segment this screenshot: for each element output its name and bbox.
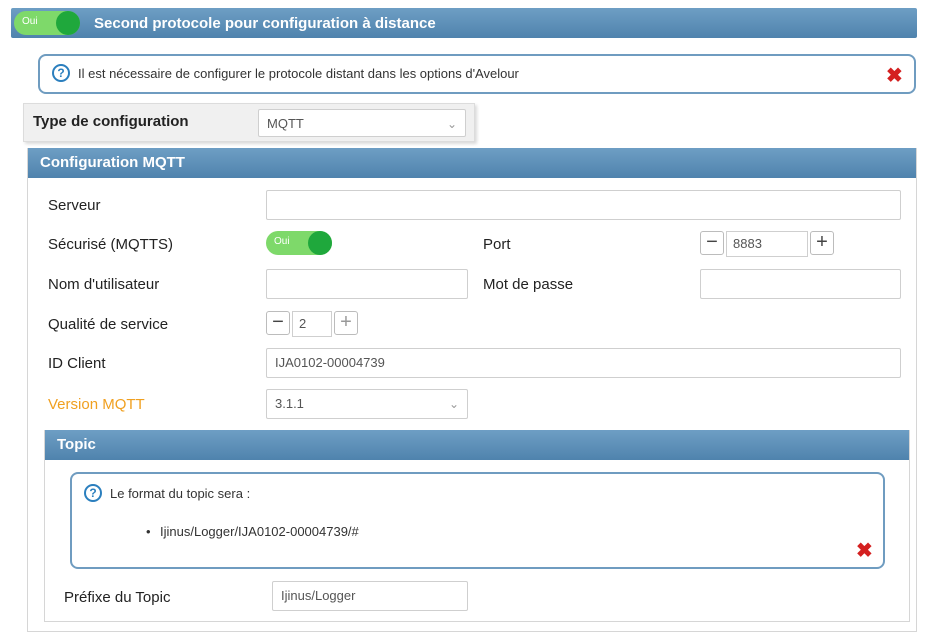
topic-header: Topic: [45, 430, 909, 460]
toggle-knob: [308, 231, 332, 255]
client-id-input[interactable]: IJA0102-00004739: [266, 348, 901, 378]
type-config-label: Type de configuration: [33, 113, 189, 130]
help-icon: ?: [84, 484, 102, 502]
port-label: Port: [483, 236, 511, 253]
password-input[interactable]: [700, 269, 901, 299]
topic-info-text: Le format du topic sera :: [110, 486, 251, 501]
qos-input[interactable]: 2: [292, 311, 332, 337]
version-label: Version MQTT: [48, 396, 145, 413]
serveur-label: Serveur: [48, 197, 101, 214]
port-decrement-button[interactable]: −: [700, 231, 724, 255]
topic-title: Topic: [57, 436, 96, 453]
toggle-knob: [56, 11, 80, 35]
version-value: 3.1.1: [275, 396, 304, 411]
qos-decrement-button[interactable]: −: [266, 311, 290, 335]
mqtt-config-title: Configuration MQTT: [40, 154, 185, 171]
topic-prefix-input[interactable]: Ijinus/Logger: [272, 581, 468, 611]
serveur-input[interactable]: [266, 190, 901, 220]
topic-format-value: Ijinus/Logger/IJA0102-00004739/#: [160, 524, 359, 539]
chevron-down-icon: ⌄: [448, 397, 459, 411]
username-label: Nom d'utilisateur: [48, 276, 160, 293]
topic-format-bullet: •: [146, 524, 151, 539]
topic-prefix-label: Préfixe du Topic: [64, 589, 171, 606]
protocol-title: Second protocole pour configuration à di…: [94, 15, 436, 32]
notice-text: Il est nécessaire de configurer le proto…: [78, 66, 519, 81]
username-input[interactable]: [266, 269, 468, 299]
close-topic-info-icon[interactable]: ✖: [856, 541, 873, 561]
chevron-down-icon: ⌄: [446, 117, 457, 131]
version-select[interactable]: 3.1.1 ⌄: [266, 389, 468, 419]
toggle-label: Oui: [22, 16, 38, 27]
client-id-label: ID Client: [48, 355, 106, 372]
qos-increment-button[interactable]: +: [334, 311, 358, 335]
securise-toggle[interactable]: Oui: [266, 231, 332, 255]
port-increment-button[interactable]: +: [810, 231, 834, 255]
mqtt-config-header: Configuration MQTT: [28, 148, 916, 178]
qos-label: Qualité de service: [48, 316, 169, 333]
password-label: Mot de passe: [483, 276, 574, 293]
securise-label: Sécurisé (MQTTS): [48, 236, 174, 253]
securise-toggle-label: Oui: [274, 236, 290, 247]
close-notice-icon[interactable]: ✖: [886, 66, 903, 86]
type-config-select[interactable]: MQTT ⌄: [258, 109, 466, 137]
second-protocol-toggle[interactable]: Oui: [14, 11, 80, 35]
help-icon: ?: [52, 64, 70, 82]
port-input[interactable]: 8883: [726, 231, 808, 257]
type-config-value: MQTT: [267, 116, 304, 131]
